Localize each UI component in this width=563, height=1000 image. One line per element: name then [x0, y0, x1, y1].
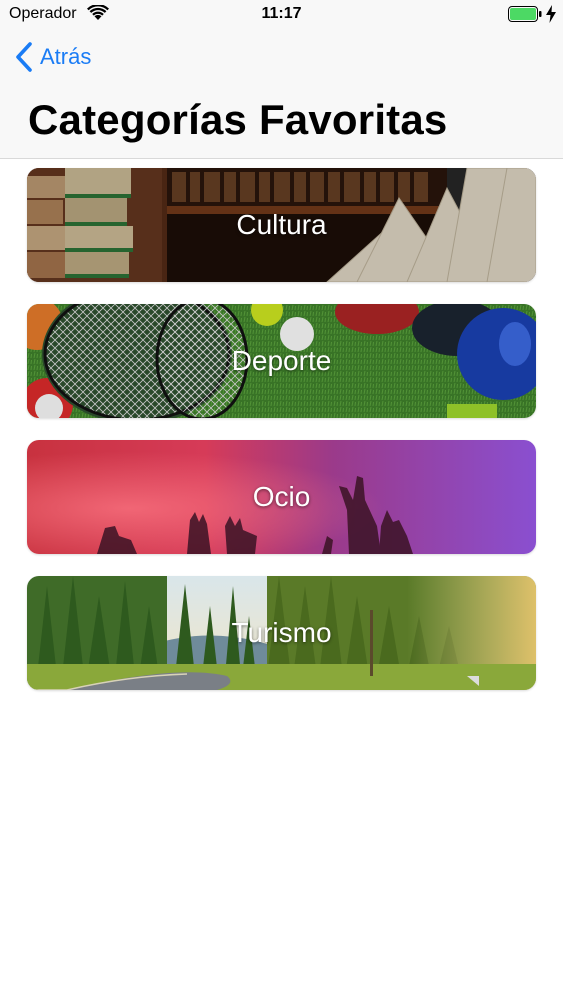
charging-icon	[546, 5, 556, 23]
category-label: Turismo	[231, 617, 332, 648]
status-time: 11:17	[261, 5, 302, 22]
back-button-label: Atrás	[40, 44, 92, 69]
category-card-deporte[interactable]: Deporte	[27, 304, 536, 418]
category-card-cultura[interactable]: Cultura	[27, 168, 536, 282]
category-card-ocio[interactable]: Ocio	[27, 440, 536, 554]
category-label: Ocio	[252, 481, 311, 512]
chevron-left-icon	[16, 42, 32, 72]
battery-icon	[508, 6, 542, 22]
category-label: Cultura	[236, 209, 327, 240]
status-bar: Operador 11:17	[0, 0, 563, 30]
back-button[interactable]: Atrás	[14, 40, 91, 74]
page-title: Categorías Favoritas	[28, 96, 448, 143]
category-list: Cultura Deporte Ocio Turismo	[27, 168, 536, 712]
category-label: Deporte	[231, 345, 332, 376]
category-card-turismo[interactable]: Turismo	[27, 576, 536, 690]
navigation-bar: Atrás Categorías Favoritas	[0, 30, 563, 159]
